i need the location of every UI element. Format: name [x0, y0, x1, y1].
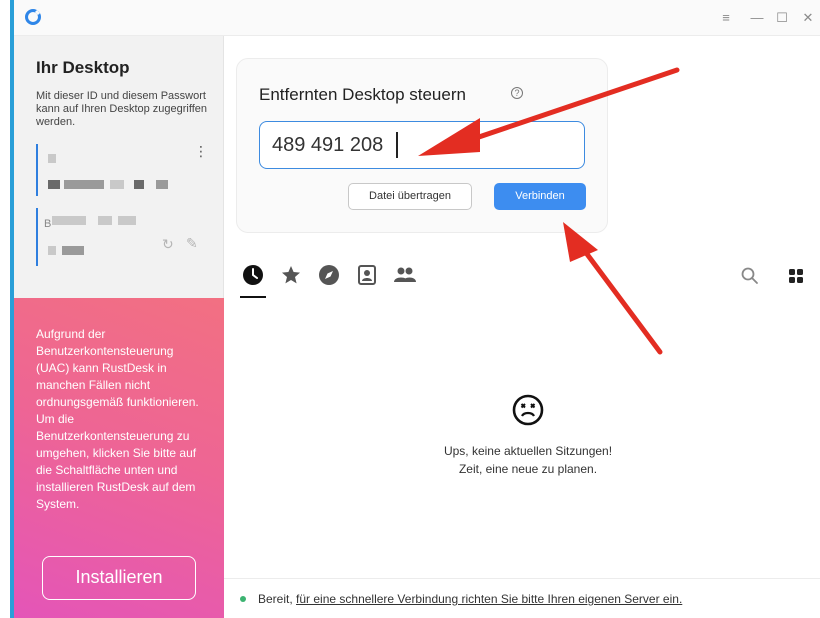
uac-warning-text: Aufgrund der Benutzerkontensteuerung (UA… [36, 327, 199, 511]
rustdesk-window: ≡ — ☐ ✕ Ihr Desktop Mit dieser ID und di… [14, 0, 820, 618]
window-edge-bar-bottom [10, 596, 14, 618]
empty-state-subtitle: Zeit, eine neue zu planen. [458, 462, 598, 476]
install-button[interactable]: Installieren [42, 556, 196, 600]
server-setup-link[interactable]: für eine schnellere Verbindung richten S… [296, 592, 682, 606]
connect-title: Entfernten Desktop steuern [259, 85, 466, 104]
redacted-password-label [52, 216, 86, 225]
password-label: B [44, 218, 52, 230]
redacted-id-label [48, 154, 56, 163]
session-tabs [236, 262, 816, 302]
status-bar: Bereit, für eine schnellere Verbindung r… [224, 578, 820, 618]
refresh-password-icon[interactable]: ↻ [162, 236, 174, 253]
title-bar: ≡ — ☐ ✕ [14, 0, 820, 36]
redacted-password-label [98, 216, 112, 225]
status-ready-text: Bereit, [258, 592, 293, 606]
redacted-id-part [134, 180, 144, 189]
left-panel: Ihr Desktop Mit dieser ID und diesem Pas… [14, 36, 224, 618]
one-time-password-block[interactable]: B ↻ ✎ [36, 208, 211, 266]
close-icon[interactable]: ✕ [800, 10, 816, 26]
maximize-icon[interactable]: ☐ [774, 10, 790, 26]
redacted-id-part [48, 180, 60, 189]
help-icon[interactable]: ? [511, 87, 523, 99]
active-tab-indicator [240, 296, 266, 298]
edit-password-icon[interactable]: ✎ [186, 235, 198, 252]
redacted-id-part [110, 180, 124, 189]
redacted-id-part [64, 180, 104, 189]
text-caret [396, 132, 398, 158]
redacted-id-part [156, 180, 168, 189]
menu-icon[interactable]: ≡ [718, 10, 734, 26]
minimize-icon[interactable]: — [749, 10, 765, 26]
sad-face-icon [512, 394, 544, 426]
uac-warning-panel: Aufgrund der Benutzerkontensteuerung (UA… [14, 298, 224, 618]
clock-icon[interactable] [240, 262, 266, 288]
status-text: Bereit, für eine schnellere Verbindung r… [258, 592, 682, 606]
redacted-password [62, 246, 84, 255]
rustdesk-logo-icon [25, 9, 41, 25]
search-icon[interactable] [740, 266, 760, 286]
more-options-icon[interactable]: ⋮ [194, 144, 208, 158]
grid-view-icon[interactable] [786, 266, 806, 286]
file-transfer-button[interactable]: Datei übertragen [348, 183, 472, 210]
connect-card: Entfernten Desktop steuern ? Datei übert… [236, 58, 608, 233]
redacted-password [48, 246, 56, 255]
group-icon[interactable] [392, 262, 418, 288]
address-book-icon[interactable] [354, 262, 380, 288]
empty-state-title: Ups, keine aktuellen Sitzungen! [443, 444, 613, 458]
redacted-password-label [118, 216, 136, 225]
star-icon[interactable] [278, 262, 304, 288]
remote-id-input[interactable] [259, 121, 585, 169]
my-id-block[interactable]: ⋮ [36, 144, 211, 196]
sidebar-title: Ihr Desktop [36, 58, 130, 77]
sidebar-description: Mit dieser ID und diesem Passwort kann a… [36, 90, 208, 128]
compass-icon[interactable] [316, 262, 342, 288]
connect-button[interactable]: Verbinden [494, 183, 586, 210]
status-indicator-dot [240, 596, 246, 602]
